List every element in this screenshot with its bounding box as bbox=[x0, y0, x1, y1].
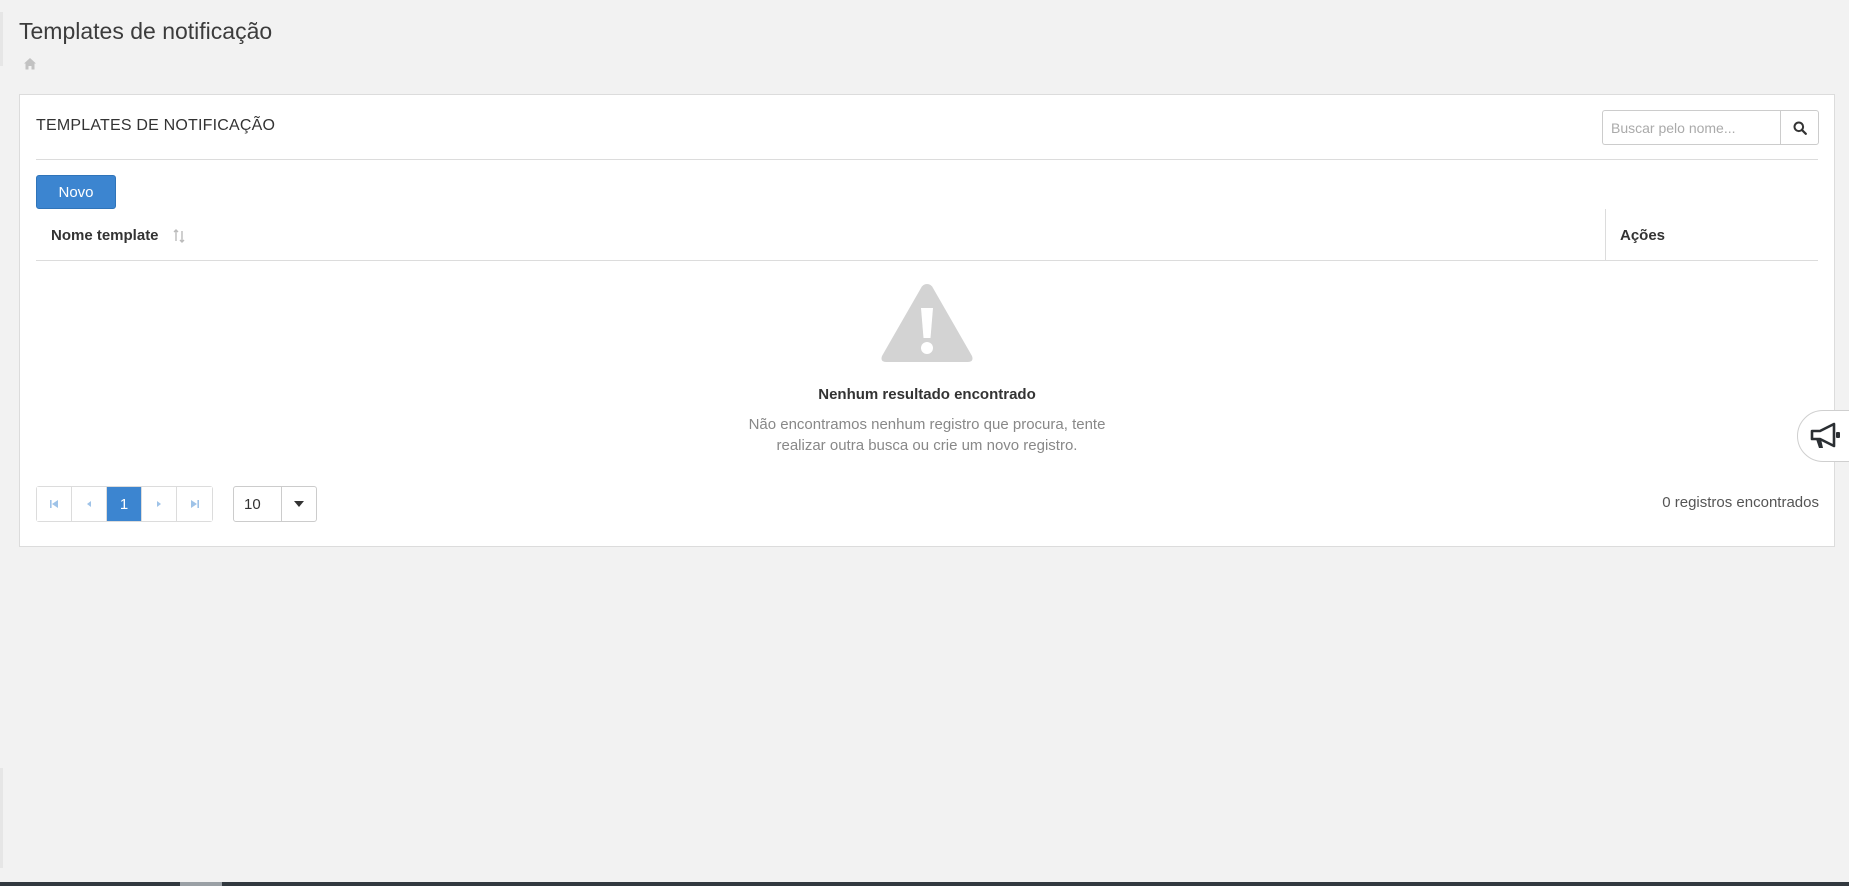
last-page-icon bbox=[190, 500, 199, 508]
panel-title: TEMPLATES DE NOTIFICAÇÃO bbox=[36, 117, 276, 134]
search-icon bbox=[1793, 121, 1807, 135]
breadcrumb[interactable] bbox=[23, 57, 37, 71]
search-input[interactable] bbox=[1602, 110, 1780, 145]
empty-state: Nenhum resultado encontrado Não encontra… bbox=[20, 280, 1834, 456]
announcements-button[interactable] bbox=[1797, 410, 1849, 462]
first-page-button[interactable] bbox=[37, 487, 72, 521]
bottom-taskbar-highlight bbox=[180, 882, 222, 886]
previous-page-icon bbox=[87, 501, 91, 507]
page-size-toggle[interactable] bbox=[282, 487, 316, 521]
warning-icon bbox=[881, 284, 973, 362]
megaphone-icon bbox=[1810, 422, 1840, 448]
panel-divider bbox=[36, 159, 1818, 160]
bottom-taskbar bbox=[0, 882, 1849, 886]
left-edge-strip-bottom bbox=[0, 768, 3, 868]
new-button[interactable]: Novo bbox=[36, 175, 116, 209]
last-page-button[interactable] bbox=[177, 487, 212, 521]
records-count: 0 registros encontrados bbox=[1662, 494, 1819, 511]
column-header-name-label: Nome template bbox=[51, 227, 159, 244]
first-page-icon bbox=[50, 500, 58, 508]
page-size-value: 10 bbox=[234, 487, 282, 521]
next-page-icon bbox=[157, 501, 161, 507]
column-separator bbox=[1605, 209, 1606, 261]
page-size-select[interactable]: 10 bbox=[233, 486, 317, 522]
page-button-current[interactable]: 1 bbox=[107, 487, 142, 521]
search-group bbox=[1602, 110, 1819, 145]
pagination: 1 bbox=[36, 486, 213, 522]
home-icon bbox=[24, 58, 36, 70]
sort-icon bbox=[173, 228, 185, 243]
empty-state-description: Não encontramos nenhum registro que proc… bbox=[748, 416, 1106, 454]
page-title: Templates de notificação bbox=[19, 18, 273, 44]
search-button[interactable] bbox=[1780, 110, 1819, 145]
empty-state-title: Nenhum resultado encontrado bbox=[818, 386, 1036, 403]
caret-down-icon bbox=[294, 501, 304, 507]
previous-page-button[interactable] bbox=[72, 487, 107, 521]
table-header: Nome template Ações bbox=[36, 209, 1818, 261]
next-page-button[interactable] bbox=[142, 487, 177, 521]
column-header-name[interactable]: Nome template bbox=[51, 227, 185, 244]
column-header-actions: Ações bbox=[1620, 227, 1666, 244]
left-edge-strip bbox=[0, 12, 3, 66]
templates-panel: TEMPLATES DE NOTIFICAÇÃO Novo Nome templ… bbox=[19, 94, 1835, 547]
